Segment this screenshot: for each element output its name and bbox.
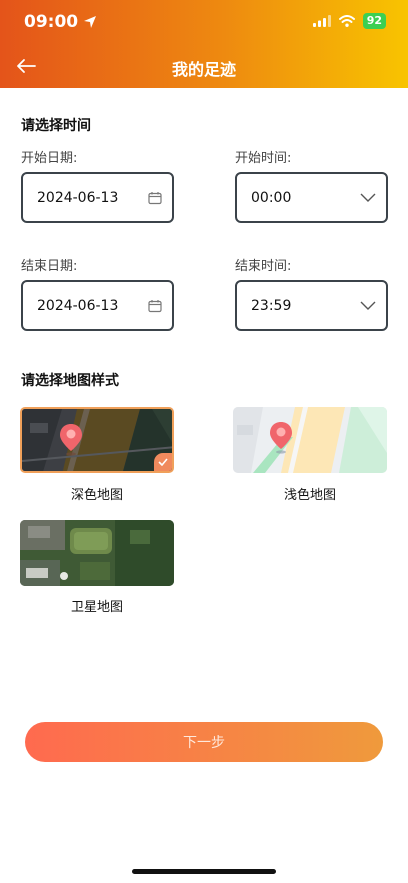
light-map-thumbnail — [233, 407, 387, 473]
start-time-select[interactable]: 00:00 — [235, 172, 388, 223]
start-date-label: 开始日期: — [21, 151, 78, 166]
next-button[interactable]: 下一步 — [25, 722, 383, 762]
status-time: 09:00 — [24, 12, 97, 32]
status-bar: 09:00 92 — [0, 0, 408, 44]
light-map-label: 浅色地图 — [283, 488, 336, 503]
chevron-down-icon — [360, 301, 376, 310]
end-time-select[interactable]: 23:59 — [235, 280, 388, 331]
app-header: 09:00 92 我的足迹 — [0, 0, 408, 88]
start-time-label: 开始时间: — [235, 151, 292, 166]
end-date-value: 2024-06-13 — [37, 297, 119, 314]
end-date-label: 结束日期: — [21, 259, 78, 274]
satellite-map-thumbnail — [20, 520, 174, 586]
dark-map-option[interactable] — [20, 407, 174, 473]
signal-icon — [312, 15, 331, 27]
nav-bar: 我的足迹 — [0, 44, 408, 88]
location-pin-icon — [60, 424, 82, 456]
battery-indicator: 92 — [362, 13, 386, 29]
dark-map-label: 深色地图 — [70, 488, 123, 503]
check-icon — [158, 458, 168, 466]
status-time-text: 09:00 — [24, 12, 79, 32]
page-title: 我的足迹 — [171, 60, 236, 79]
start-date-value: 2024-06-13 — [37, 189, 119, 206]
satellite-map-option[interactable] — [20, 520, 174, 586]
end-date-field[interactable]: 2024-06-13 — [21, 280, 174, 331]
map-section-title: 请选择地图样式 — [21, 373, 119, 389]
satellite-map-label: 卫星地图 — [70, 600, 123, 615]
selected-badge — [154, 453, 172, 471]
light-map-option[interactable] — [233, 407, 387, 473]
end-time-label: 结束时间: — [235, 259, 292, 274]
start-time-value: 00:00 — [251, 189, 292, 206]
home-indicator — [132, 869, 276, 874]
end-time-value: 23:59 — [251, 297, 292, 314]
start-date-field[interactable]: 2024-06-13 — [21, 172, 174, 223]
status-indicators: 92 — [312, 13, 386, 29]
time-section-title: 请选择时间 — [21, 118, 91, 134]
calendar-icon — [148, 299, 162, 312]
calendar-icon — [148, 191, 162, 204]
battery-level: 92 — [366, 14, 382, 27]
location-pin-icon — [270, 422, 292, 454]
wifi-icon — [338, 15, 355, 27]
dark-map-thumbnail — [22, 409, 172, 471]
chevron-down-icon — [360, 193, 376, 202]
location-arrow-icon — [84, 16, 97, 28]
